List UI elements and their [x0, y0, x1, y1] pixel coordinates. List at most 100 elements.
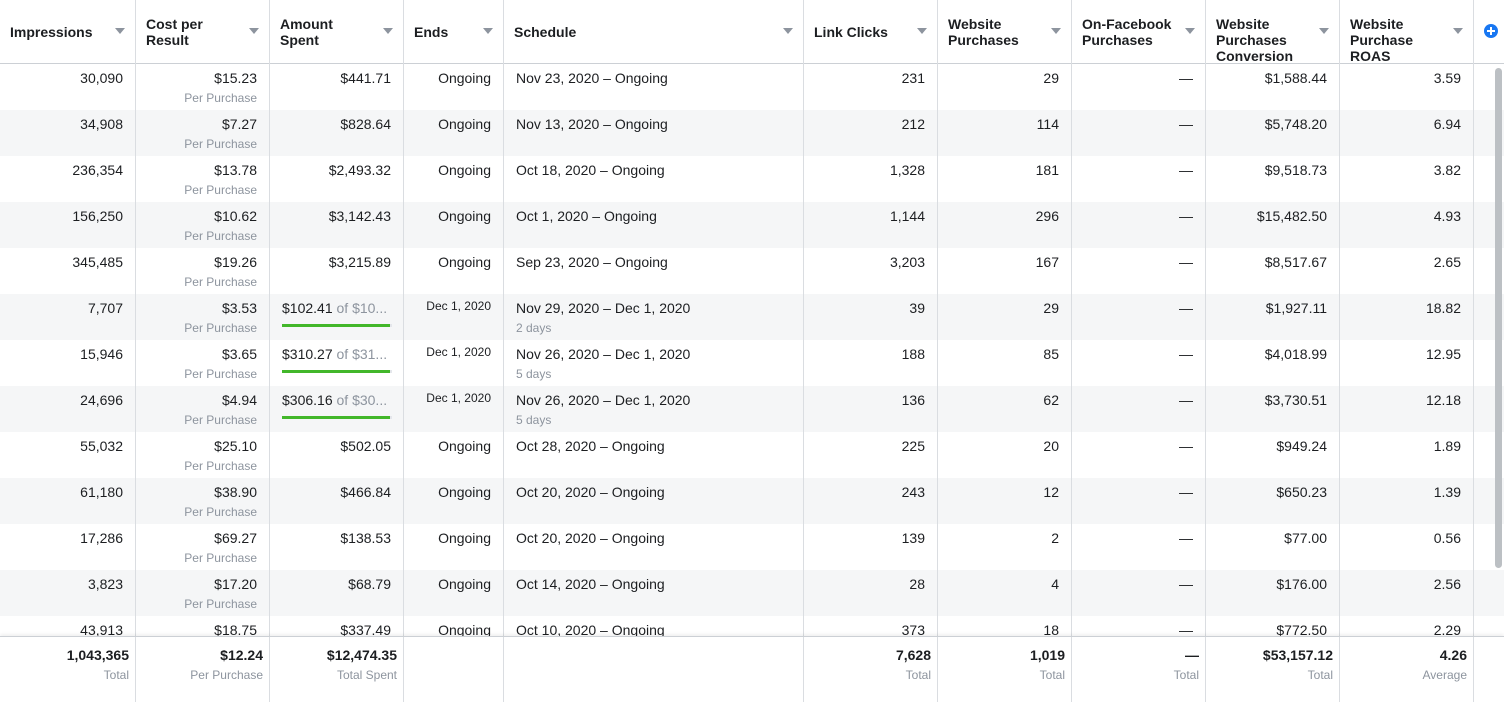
table-row[interactable]: 55,032 $25.10 Per Purchase $502.05 Ongoing Oc… — [0, 432, 1504, 478]
add-column-icon[interactable] — [1484, 24, 1498, 38]
cell-cost-per-result: $19.26 Per Purchase — [136, 248, 270, 294]
column-header-link_clicks[interactable]: Link Clicks — [804, 0, 938, 64]
conversion-value: $650.23 — [1276, 484, 1327, 500]
total-value: $53,157.12 — [1262, 647, 1333, 663]
sort-caret-icon[interactable] — [483, 28, 493, 34]
sort-caret-icon[interactable] — [783, 28, 793, 34]
amount-spent-value: $138.53 — [340, 530, 391, 546]
conversion-value: $8,517.67 — [1264, 254, 1327, 270]
table-row[interactable]: 345,485 $19.26 Per Purchase $3,215.89 Ongoin… — [0, 248, 1504, 294]
total-label: Total — [103, 668, 129, 682]
total-label: Total — [905, 668, 931, 682]
schedule-value: Oct 20, 2020 – Ongoing — [516, 530, 665, 546]
column-header-website_purchases[interactable]: Website Purchases — [938, 0, 1072, 64]
column-header-label: Website Purchases Conversion — [1216, 16, 1294, 64]
sort-caret-icon[interactable] — [917, 28, 927, 34]
sort-caret-icon[interactable] — [1051, 28, 1061, 34]
ends-value: Ongoing — [438, 70, 491, 86]
cell-link-clicks: 39 — [804, 294, 938, 340]
table-row[interactable]: 30,090 $15.23 Per Purchase $441.71 Ongoing No… — [0, 64, 1504, 110]
cell-schedule: Oct 18, 2020 – Ongoing — [504, 156, 804, 202]
schedule-value: Sep 23, 2020 – Ongoing — [516, 254, 668, 270]
total-cost: $12.24 Per Purchase — [136, 637, 270, 702]
sort-caret-icon[interactable] — [1319, 28, 1329, 34]
column-header-on_facebook_purchases[interactable]: On-Facebook Purchases — [1072, 0, 1206, 64]
cell-amount-spent: $306.16 of $30... — [270, 386, 404, 432]
table-row[interactable]: 7,707 $3.53 Per Purchase $102.41 of $10... D… — [0, 294, 1504, 340]
cell-ends: Dec 1, 2020 — [404, 294, 504, 340]
impressions-value: 55,032 — [80, 438, 123, 454]
table-row[interactable]: 43,913 $18.75Per Purchase $337.49 Ongoing Oc… — [0, 616, 1504, 636]
sort-caret-icon[interactable] — [115, 28, 125, 34]
table-row[interactable]: 24,696 $4.94 Per Purchase $306.16 of $30...… — [0, 386, 1504, 432]
budget-spent-text: $306.16 of $30... — [282, 392, 392, 408]
column-header-website_purchases_conversion[interactable]: Website Purchases Conversion — [1206, 0, 1340, 64]
table-row[interactable]: 3,823 $17.20 Per Purchase $68.79 Ongoing Oct … — [0, 570, 1504, 616]
vertical-scrollbar[interactable] — [1492, 64, 1504, 636]
conversion-value: $1,588.44 — [1264, 70, 1327, 86]
ends-value: Ongoing — [438, 484, 491, 500]
link-clicks-value: 225 — [901, 438, 925, 454]
website-purchases-value: 18 — [1043, 622, 1059, 636]
cell-amount-spent: $102.41 of $10... — [270, 294, 404, 340]
cell-link-clicks: 28 — [804, 570, 938, 616]
cell-website-purchases: 20 — [938, 432, 1072, 478]
cost-per-result-unit: Per Purchase — [184, 459, 257, 473]
amount-spent-value: $3,142.43 — [328, 208, 391, 224]
table-row[interactable]: 15,946 $3.65 Per Purchase $310.27 of $31...… — [0, 340, 1504, 386]
scrollbar-thumb[interactable] — [1495, 68, 1502, 568]
budget-progress-bar — [282, 416, 392, 419]
sort-caret-icon[interactable] — [383, 28, 393, 34]
cell-amount-spent: $337.49 — [270, 616, 404, 636]
table-row[interactable]: 156,250 $10.62 Per Purchase $3,142.43 Ongoin… — [0, 202, 1504, 248]
table-row[interactable]: 236,354 $13.78 Per Purchase $2,493.32 Ongoin… — [0, 156, 1504, 202]
sort-caret-icon[interactable] — [1185, 28, 1195, 34]
cost-per-result-value: $69.27 — [214, 530, 257, 546]
column-header-website_purchase_roas[interactable]: Website Purchase ROAS — [1340, 0, 1474, 64]
schedule-value: Nov 26, 2020 – Dec 1, 2020 — [516, 346, 691, 362]
budget-total-text: of $31... — [332, 346, 388, 362]
cell-schedule: Sep 23, 2020 – Ongoing — [504, 248, 804, 294]
total-value: $12.24 — [220, 647, 263, 663]
table-body: 30,090 $15.23 Per Purchase $441.71 Ongoing No… — [0, 64, 1504, 636]
cost-per-result-unit: Per Purchase — [184, 367, 257, 381]
cell-on-facebook-purchases: — — [1072, 478, 1206, 524]
cost-per-result-value: $18.75 — [214, 622, 257, 636]
website-purchases-value: 4 — [1051, 576, 1059, 592]
cell-cost-per-result: $15.23 Per Purchase — [136, 64, 270, 110]
total-value: — — [1185, 647, 1199, 663]
sort-caret-icon[interactable] — [249, 28, 259, 34]
column-header-label: Link Clicks — [814, 24, 888, 40]
on-facebook-purchases-value: — — [1179, 484, 1193, 500]
link-clicks-value: 1,144 — [889, 208, 925, 224]
column-header-label: On-Facebook Purchases — [1082, 16, 1172, 48]
column-header-schedule[interactable]: Schedule — [504, 0, 804, 64]
table-row[interactable]: 61,180 $38.90 Per Purchase $466.84 Ongoing Oc… — [0, 478, 1504, 524]
cell-website-purchase-roas: 1.39 — [1340, 478, 1474, 524]
cost-per-result-value: $38.90 — [214, 484, 257, 500]
impressions-value: 30,090 — [80, 70, 123, 86]
table-row[interactable]: 34,908 $7.27 Per Purchase $828.64 Ongoing Nov… — [0, 110, 1504, 156]
cell-impressions: 7,707 — [0, 294, 136, 340]
cell-website-purchase-roas: 12.95 — [1340, 340, 1474, 386]
cost-per-result-unit: Per Purchase — [184, 275, 257, 289]
cell-link-clicks: 231 — [804, 64, 938, 110]
cell-on-facebook-purchases: — — [1072, 570, 1206, 616]
column-header-impressions[interactable]: Impressions — [0, 0, 136, 64]
column-header-label: Cost per Result — [146, 16, 203, 48]
amount-spent-value: $466.84 — [340, 484, 391, 500]
impressions-value: 15,946 — [80, 346, 123, 362]
cost-per-result-unit: Per Purchase — [184, 229, 257, 243]
ends-value: Ongoing — [438, 116, 491, 132]
column-header-amount_spent[interactable]: Amount Spent — [270, 0, 404, 64]
cell-website-purchases: 85 — [938, 340, 1072, 386]
cell-on-facebook-purchases: — — [1072, 110, 1206, 156]
cell-ends: Ongoing — [404, 478, 504, 524]
column-header-ends[interactable]: Ends — [404, 0, 504, 64]
sort-caret-icon[interactable] — [1453, 28, 1463, 34]
column-header-cost_per_result[interactable]: Cost per Result — [136, 0, 270, 64]
column-header-label: Website Purchases — [948, 16, 1019, 48]
table-row[interactable]: 17,286 $69.27 Per Purchase $138.53 Ongoing Oc… — [0, 524, 1504, 570]
cell-on-facebook-purchases: — — [1072, 524, 1206, 570]
impressions-value: 43,913 — [80, 622, 123, 636]
